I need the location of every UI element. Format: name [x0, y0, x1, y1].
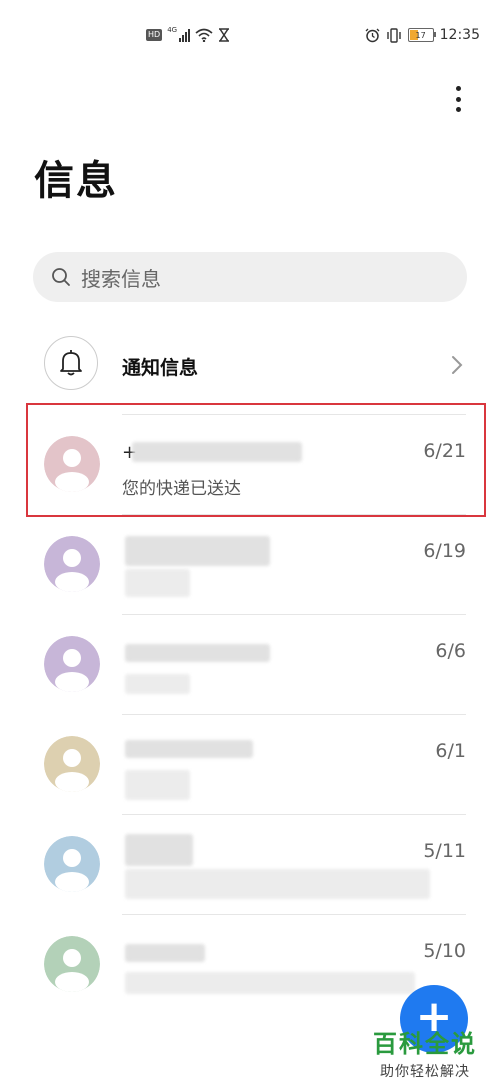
redacted-name	[125, 834, 193, 866]
watermark-logo: 百科全说 助你轻松解决	[360, 1024, 490, 1081]
status-bar-left-icons: HD 4G	[146, 26, 230, 42]
divider	[122, 614, 466, 615]
redacted-snippet	[125, 869, 430, 899]
search-placeholder: 搜索信息	[81, 266, 161, 291]
bell-icon-container	[44, 336, 98, 390]
status-bar-right-icons: 17 12:35	[365, 27, 480, 43]
watermark-subtitle: 助你轻松解决	[380, 1064, 470, 1080]
page-title: 信息	[34, 158, 118, 204]
message-date: 6/6	[435, 640, 466, 662]
divider	[122, 914, 466, 915]
message-date: 6/19	[423, 540, 466, 562]
battery-icon: 17	[407, 28, 436, 42]
signal-icon	[179, 28, 191, 42]
conversation-item[interactable]: 5/11	[0, 814, 500, 914]
notification-messages-label: 通知信息	[122, 357, 199, 379]
search-icon	[52, 268, 70, 286]
redacted-name	[125, 740, 253, 758]
network-type-label: 4G	[167, 26, 178, 34]
divider	[122, 714, 466, 715]
more-vertical-icon	[455, 86, 461, 91]
redacted-name	[125, 644, 270, 662]
conversation-item[interactable]: 6/1	[0, 714, 500, 814]
status-bar: HD 4G 17 12:35	[0, 0, 500, 72]
redacted-snippet	[125, 770, 190, 800]
divider	[122, 814, 466, 815]
redacted-name	[125, 536, 270, 566]
conversation-item[interactable]: 6/6	[0, 614, 500, 714]
more-options-button[interactable]	[446, 84, 470, 114]
message-date: 5/10	[423, 940, 466, 962]
redacted-snippet	[125, 569, 190, 597]
watermark-title: 百科全说	[373, 1030, 477, 1058]
contact-avatar-icon	[44, 836, 100, 892]
highlight-box	[26, 403, 486, 517]
contact-avatar-icon	[44, 636, 100, 692]
vibrate-icon	[386, 27, 401, 43]
contact-avatar-icon	[44, 736, 100, 792]
battery-level: 17	[415, 30, 426, 40]
notification-messages-row[interactable]: 通知信息	[0, 330, 500, 402]
bell-icon	[60, 350, 82, 376]
contact-avatar-icon	[44, 936, 100, 992]
redacted-snippet	[125, 674, 190, 694]
chevron-right-icon	[452, 356, 463, 374]
hourglass-icon	[219, 28, 230, 42]
contact-avatar-icon	[44, 536, 100, 592]
search-input[interactable]: 搜索信息	[33, 252, 467, 302]
hd-icon: HD	[146, 29, 163, 41]
redacted-name	[125, 944, 205, 962]
message-date: 6/1	[435, 740, 466, 762]
wifi-icon	[195, 28, 213, 42]
message-date: 5/11	[423, 840, 466, 862]
status-time: 12:35	[439, 27, 480, 43]
redacted-snippet	[125, 972, 415, 994]
alarm-icon	[365, 28, 380, 42]
conversation-item[interactable]: 6/19	[0, 514, 500, 614]
